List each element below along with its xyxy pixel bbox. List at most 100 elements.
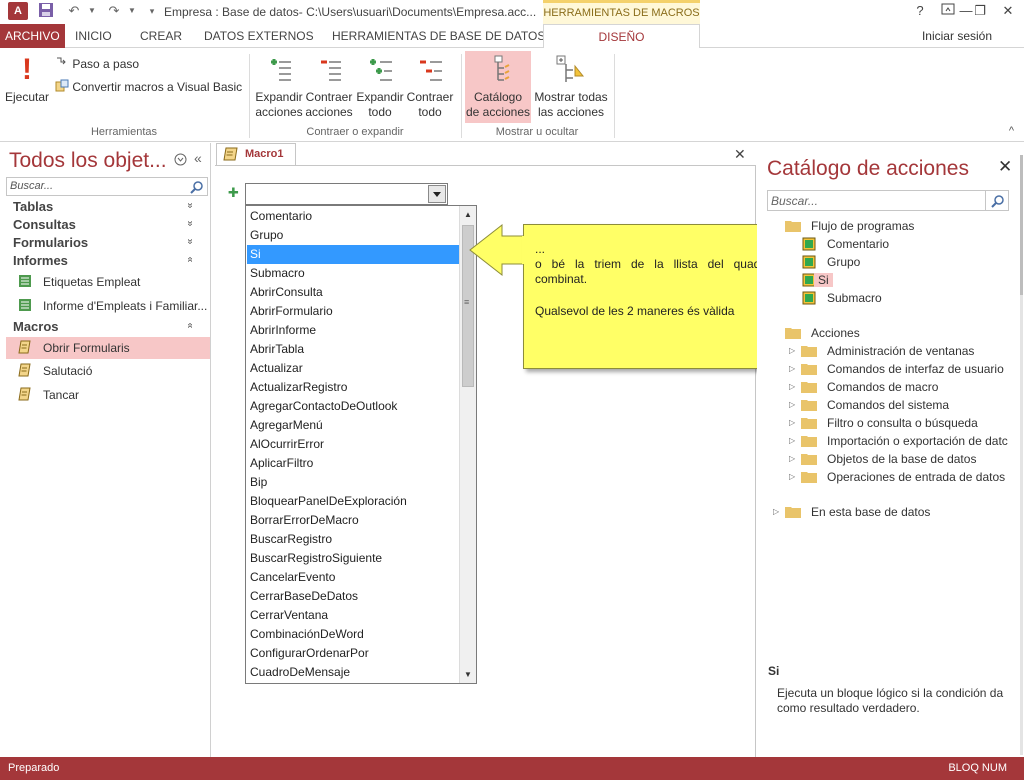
expand-triangle-icon[interactable]: ▷	[789, 364, 795, 373]
expand-triangle-icon[interactable]: ▷	[789, 454, 795, 463]
collapse-actions-button[interactable]: Contraer acciones	[304, 54, 354, 120]
dropdown-item[interactable]: BloquearPanelDeExploración	[247, 492, 459, 511]
help-button[interactable]: ?	[908, 2, 932, 20]
access-app-icon[interactable]: A	[8, 2, 28, 20]
dropdown-item[interactable]: AgregarContactoDeOutlook	[247, 397, 459, 416]
chevron-down-icon[interactable]: »	[184, 203, 195, 209]
tab-diseno[interactable]: DISEÑO	[543, 24, 700, 49]
chevron-down-icon[interactable]: »	[184, 221, 195, 227]
dropdown-item[interactable]: Grupo	[247, 226, 459, 245]
tree-item-flow[interactable]: Comentario	[802, 236, 1002, 254]
search-icon[interactable]	[190, 180, 204, 194]
dropdown-item[interactable]: AbrirInforme	[247, 321, 459, 340]
dropdown-item[interactable]: CancelarEvento	[247, 568, 459, 587]
expand-triangle-icon[interactable]: ▷	[789, 346, 795, 355]
catalog-scrollbar[interactable]	[1019, 155, 1024, 755]
nav-item-macro[interactable]: Salutació	[6, 360, 210, 382]
tree-folder-action-category[interactable]: ▷ Comandos de macro	[789, 379, 1011, 397]
nav-item-macro[interactable]: Obrir Formularis	[6, 337, 210, 359]
scroll-up-icon[interactable]: ▲	[460, 206, 476, 223]
dropdown-item[interactable]: BorrarErrorDeMacro	[247, 511, 459, 530]
add-action-combobox[interactable]	[245, 183, 448, 205]
action-catalog-button[interactable]: Catálogo de acciones	[465, 51, 531, 123]
maximize-button[interactable]: ❐	[968, 2, 992, 20]
dropdown-item[interactable]: Bip	[247, 473, 459, 492]
shutter-bar-icon[interactable]: «	[194, 150, 202, 166]
step-button[interactable]: Paso a paso	[55, 56, 139, 71]
nav-pane-title[interactable]: Todos los objet...	[9, 149, 167, 173]
tree-folder-action-category[interactable]: ▷ Filtro o consulta o búsqueda	[789, 415, 1011, 433]
expand-triangle-icon[interactable]: ▷	[789, 436, 795, 445]
tree-folder-action-category[interactable]: ▷ Objetos de la base de datos	[789, 451, 1011, 469]
tree-folder-action-category[interactable]: ▷ Operaciones de entrada de datos	[789, 469, 1011, 487]
collapse-ribbon-icon[interactable]: ^	[1009, 125, 1014, 137]
expand-triangle-icon[interactable]: ▷	[789, 382, 795, 391]
dropdown-item[interactable]: ActualizarRegistro	[247, 378, 459, 397]
document-close-icon[interactable]: ✕	[734, 146, 746, 163]
show-all-actions-button[interactable]: Mostrar todas las acciones	[533, 54, 609, 120]
scroll-down-icon[interactable]: ▼	[460, 666, 476, 683]
tree-item-flow[interactable]: Grupo	[802, 254, 1002, 272]
dropdown-item[interactable]: CerrarBaseDeDatos	[247, 587, 459, 606]
chevron-up-icon[interactable]: »	[184, 323, 195, 329]
dropdown-item[interactable]: AbrirTabla	[247, 340, 459, 359]
tree-folder-program-flow[interactable]: Flujo de programas	[785, 218, 1005, 236]
chevron-down-icon[interactable]	[428, 185, 446, 203]
chevron-down-icon[interactable]: »	[184, 239, 195, 245]
action-dropdown-list[interactable]: Comentario Grupo Si Submacro AbrirConsulta Ab…	[245, 205, 477, 684]
expand-triangle-icon[interactable]: ▷	[789, 418, 795, 427]
tab-inicio[interactable]: INICIO	[66, 24, 121, 48]
redo-icon[interactable]: ↷	[104, 2, 124, 20]
nav-group-queries[interactable]: Consultas	[13, 217, 76, 232]
tab-herramientas-bd[interactable]: HERRAMIENTAS DE BASE DE DATOS	[323, 24, 554, 48]
dropdown-item[interactable]: ConfigurarOrdenarPor	[247, 644, 459, 663]
add-action-icon[interactable]: ✚	[228, 185, 239, 201]
save-icon[interactable]	[36, 2, 56, 20]
nav-item-report[interactable]: Informe d'Empleats i Familiar...	[6, 295, 210, 317]
dropdown-item[interactable]: AgregarMenú	[247, 416, 459, 435]
run-button[interactable]: ! Ejecutar	[4, 54, 50, 105]
dropdown-item[interactable]: Comentario	[247, 207, 459, 226]
search-icon[interactable]	[985, 190, 1009, 211]
close-button[interactable]: ✕	[996, 2, 1020, 20]
nav-item-report[interactable]: Etiquetas Empleat	[6, 271, 210, 293]
tree-folder-action-category[interactable]: ▷ Administración de ventanas	[789, 343, 1011, 361]
nav-group-tables[interactable]: Tablas	[13, 199, 53, 214]
dropdown-item[interactable]: BuscarRegistro	[247, 530, 459, 549]
dropdown-item[interactable]: AbrirFormulario	[247, 302, 459, 321]
expand-actions-button[interactable]: Expandir acciones	[254, 54, 304, 120]
nav-item-macro[interactable]: Tancar	[6, 384, 210, 406]
nav-group-macros[interactable]: Macros	[13, 319, 59, 334]
expand-all-button[interactable]: Expandir todo	[355, 54, 405, 120]
convert-button[interactable]: Convertir macros a Visual Basic	[55, 79, 242, 94]
nav-search-input[interactable]: Buscar...	[6, 177, 208, 196]
dropdown-item[interactable]: Si	[247, 245, 459, 264]
tab-archivo[interactable]: ARCHIVO	[0, 24, 65, 48]
expand-triangle-icon[interactable]: ▷	[789, 400, 795, 409]
nav-group-reports[interactable]: Informes	[13, 253, 68, 268]
collapse-all-button[interactable]: Contraer todo	[405, 54, 455, 120]
signin-link[interactable]: Iniciar sesión	[922, 29, 992, 43]
catalog-close-icon[interactable]: ✕	[998, 157, 1012, 177]
tree-item-flow[interactable]: Si	[802, 272, 1002, 290]
chevron-up-icon[interactable]: »	[184, 257, 195, 263]
dropdown-item[interactable]: Submacro	[247, 264, 459, 283]
dropdown-item[interactable]: Actualizar	[247, 359, 459, 378]
tree-folder-actions[interactable]: Acciones	[785, 325, 1005, 343]
expand-triangle-icon[interactable]: ▷	[789, 472, 795, 481]
tree-folder-action-category[interactable]: ▷ Comandos del sistema	[789, 397, 1011, 415]
dropdown-scrollbar[interactable]: ▲ ▼	[459, 206, 476, 683]
nav-group-forms[interactable]: Formularios	[13, 235, 88, 250]
customize-icon[interactable]: ▾	[142, 2, 162, 20]
dropdown-item[interactable]: AbrirConsulta	[247, 283, 459, 302]
expand-triangle-icon[interactable]: ▷	[773, 507, 779, 516]
tree-folder-action-category[interactable]: ▷ Importación o exportación de datc	[789, 433, 1011, 451]
dropdown-item[interactable]: CombinaciónDeWord	[247, 625, 459, 644]
dropdown-item[interactable]: AlOcurrirError	[247, 435, 459, 454]
dropdown-item[interactable]: BuscarRegistroSiguiente	[247, 549, 459, 568]
document-tab[interactable]: Macro1	[216, 143, 296, 165]
catalog-search-input[interactable]: Buscar...	[767, 190, 986, 211]
dropdown-item[interactable]: CerrarVentana	[247, 606, 459, 625]
tree-folder-in-database[interactable]: ▷ En esta base de datos	[773, 504, 1013, 522]
redo-dropdown-icon[interactable]: ▼	[122, 2, 142, 20]
